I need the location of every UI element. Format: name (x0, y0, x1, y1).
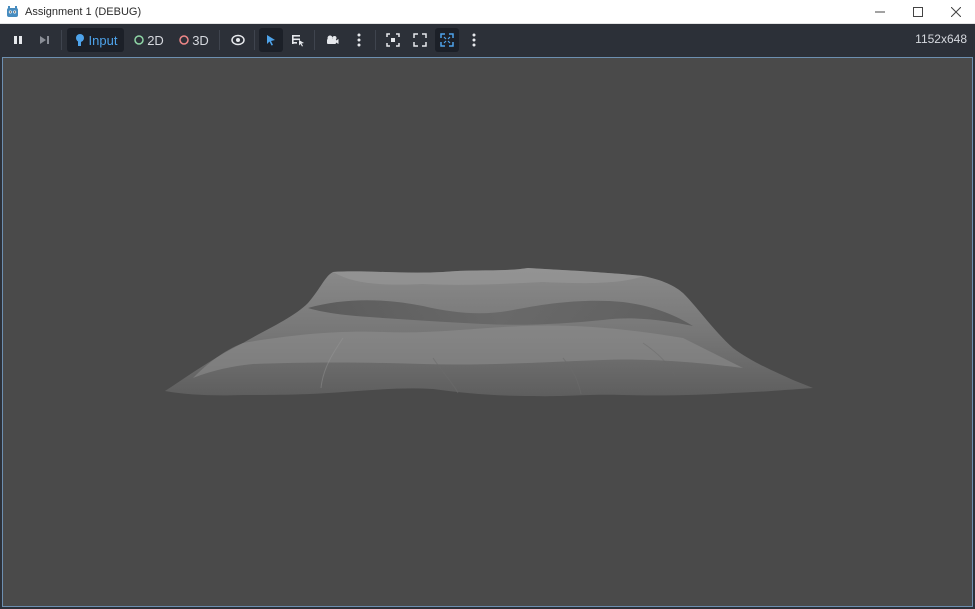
toolbar-divider (61, 30, 62, 50)
joystick-icon (75, 34, 84, 46)
minimize-button[interactable] (861, 0, 899, 24)
3d-toggle-button[interactable]: 3D (175, 28, 213, 52)
pause-icon (14, 36, 22, 44)
maximize-button[interactable] (899, 0, 937, 24)
visibility-button[interactable] (226, 28, 250, 52)
eye-icon (231, 34, 245, 46)
circle-2d-icon (134, 35, 144, 45)
close-icon (951, 7, 961, 17)
game-viewport[interactable] (2, 57, 973, 607)
toolbar-divider (375, 30, 376, 50)
toolbar-divider (219, 30, 220, 50)
next-frame-icon (40, 36, 49, 44)
pause-button[interactable] (6, 28, 30, 52)
terrain-mesh (165, 268, 813, 397)
embed-options-button[interactable] (462, 28, 486, 52)
camera-icon (327, 35, 339, 44)
input-toggle-button[interactable]: Input (67, 28, 124, 52)
next-frame-button[interactable] (32, 28, 56, 52)
3d-label: 3D (192, 32, 209, 48)
camera-override-button[interactable] (320, 28, 344, 52)
vertical-ellipsis-icon (472, 33, 476, 47)
2d-toggle-button[interactable]: 2D (130, 28, 168, 52)
embed-fit-button[interactable] (435, 28, 459, 52)
select-arrow-icon (267, 35, 275, 46)
expand-icon (413, 33, 427, 47)
close-button[interactable] (937, 0, 975, 24)
vertical-ellipsis-icon (357, 33, 361, 47)
minimize-icon (875, 11, 885, 13)
frame-selection-icon (386, 33, 400, 47)
window-title: Assignment 1 (DEBUG) (25, 5, 142, 18)
circle-3d-icon (179, 35, 189, 45)
fullscreen-button[interactable] (408, 28, 432, 52)
resolution-label: 1152x648 (915, 32, 967, 46)
frame-selection-button[interactable] (381, 28, 405, 52)
maximize-icon (913, 7, 923, 17)
game-toolbar: Input 2D 3D 1152x648 (0, 24, 975, 56)
fit-window-icon (440, 33, 454, 47)
camera-options-button[interactable] (347, 28, 371, 52)
window-titlebar: Assignment 1 (DEBUG) (0, 0, 975, 24)
input-label: Input (88, 32, 118, 48)
godot-icon (5, 5, 19, 19)
select-mode-button[interactable] (259, 28, 283, 52)
list-select-icon (292, 34, 304, 46)
list-select-button[interactable] (286, 28, 310, 52)
2d-label: 2D (147, 32, 164, 48)
toolbar-divider (254, 30, 255, 50)
toolbar-divider (314, 30, 315, 50)
